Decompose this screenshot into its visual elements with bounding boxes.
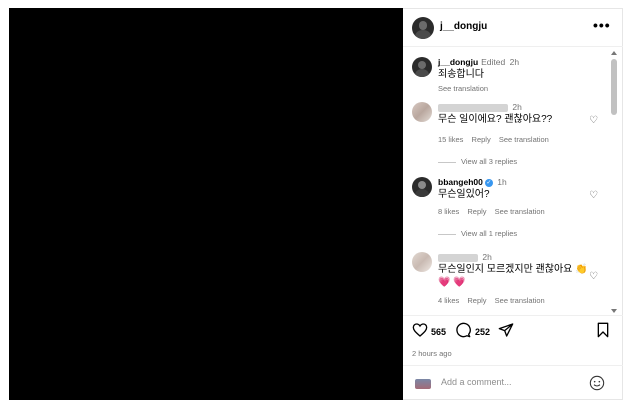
post-header: j__dongju •••	[403, 9, 623, 47]
comments-list: j__dongju Edited 2h 죄송합니다 See translation…	[403, 47, 613, 315]
comment-text: 무슨일인지 모르겠지만 괜찮아요 👏 💗 💗	[438, 264, 588, 288]
view-replies-label[interactable]: View all 3 replies	[461, 157, 517, 166]
verified-icon: ✓	[484, 178, 493, 187]
caption-text: 죄송합니다	[438, 69, 484, 80]
scroll-thumb[interactable]	[611, 59, 617, 115]
comment-time: 2h	[512, 102, 522, 112]
emoji-icon[interactable]	[589, 375, 605, 391]
caption-time: 2h	[509, 57, 520, 67]
comment-actions: 15 likes Reply See translation	[438, 135, 555, 144]
comment-icon[interactable]	[455, 322, 471, 338]
redacted-username	[438, 253, 478, 262]
bookmark-icon[interactable]	[596, 322, 610, 338]
comment-likes[interactable]: 4 likes	[438, 296, 459, 305]
edited-label: Edited	[481, 57, 506, 67]
reply-button[interactable]: Reply	[472, 135, 491, 144]
redacted-username	[438, 103, 508, 112]
like-comment-icon[interactable]: ♡	[589, 271, 598, 282]
comments-count[interactable]: 252	[475, 327, 490, 337]
commenter-username[interactable]: bbangeh00	[438, 177, 483, 187]
see-translation-link[interactable]: See translation	[495, 207, 545, 216]
comment-item: 2h 무슨일인지 모르겠지만 괜찮아요 👏 💗 💗 ♡ 4 likes Repl…	[403, 252, 608, 314]
caption-avatar[interactable]	[412, 57, 432, 77]
comment-text: 무슨 일이에요? 괜찮아요??	[438, 114, 553, 125]
like-comment-icon[interactable]: ♡	[589, 115, 598, 126]
comment-meta: 2h	[438, 102, 522, 112]
post-window: j__dongju ••• j__dongju Edited 2h 죄송합니다 S…	[0, 0, 630, 409]
commenter-avatar[interactable]	[412, 102, 432, 122]
commenter-avatar[interactable]	[412, 252, 432, 272]
comment-input[interactable]	[441, 377, 571, 387]
reply-button[interactable]: Reply	[467, 207, 486, 216]
view-replies[interactable]: View all 3 replies	[438, 157, 517, 166]
reply-button[interactable]: Reply	[467, 296, 486, 305]
like-comment-icon[interactable]: ♡	[589, 190, 598, 201]
view-replies-label[interactable]: View all 1 replies	[461, 229, 517, 238]
comment-item: 2h 무슨 일이에요? 괜찮아요?? ♡ 15 likes Reply See …	[403, 102, 608, 172]
post-time: 2 hours ago	[412, 349, 452, 358]
comment-text: 무슨일있어?	[438, 189, 490, 200]
comment-item: bbangeh00 ✓ 1h 무슨일있어? ♡ 8 likes Reply See…	[403, 177, 608, 247]
add-comment-bar	[403, 365, 623, 401]
scroll-down-arrow[interactable]	[611, 309, 617, 313]
share-icon[interactable]	[498, 322, 514, 338]
see-translation-link[interactable]: See translation	[499, 135, 549, 144]
comment-actions: 4 likes Reply See translation	[438, 296, 551, 305]
commenter-avatar[interactable]	[412, 177, 432, 197]
post-side-panel: j__dongju ••• j__dongju Edited 2h 죄송합니다 S…	[403, 8, 623, 400]
see-translation-link[interactable]: See translation	[495, 296, 545, 305]
scroll-up-arrow[interactable]	[611, 51, 617, 55]
likes-count[interactable]: 565	[431, 327, 446, 337]
comment-time: 1h	[497, 177, 507, 187]
heart-icon[interactable]	[412, 322, 428, 338]
caption-actions: See translation	[438, 84, 494, 93]
caption-username[interactable]: j__dongju	[438, 57, 478, 67]
comment-actions: 8 likes Reply See translation	[438, 207, 551, 216]
comment-meta: 2h	[438, 252, 492, 262]
caption-meta: j__dongju Edited 2h	[438, 57, 519, 67]
view-replies[interactable]: View all 1 replies	[438, 229, 517, 238]
author-username[interactable]: j__dongju	[440, 21, 487, 32]
current-user-avatar	[415, 379, 431, 389]
comment-likes[interactable]: 8 likes	[438, 207, 459, 216]
caption: j__dongju Edited 2h 죄송합니다 See translation	[403, 57, 608, 93]
comment-likes[interactable]: 15 likes	[438, 135, 463, 144]
see-translation-link[interactable]: See translation	[438, 84, 488, 93]
comment-meta: bbangeh00 ✓ 1h	[438, 177, 507, 187]
author-avatar[interactable]	[412, 17, 434, 39]
post-media[interactable]	[9, 8, 403, 400]
more-icon[interactable]: •••	[593, 17, 611, 33]
post-action-bar: 565 252 2 hours ago	[403, 315, 623, 365]
comments-scrollbar[interactable]	[611, 51, 619, 313]
comment-time: 2h	[482, 252, 492, 262]
